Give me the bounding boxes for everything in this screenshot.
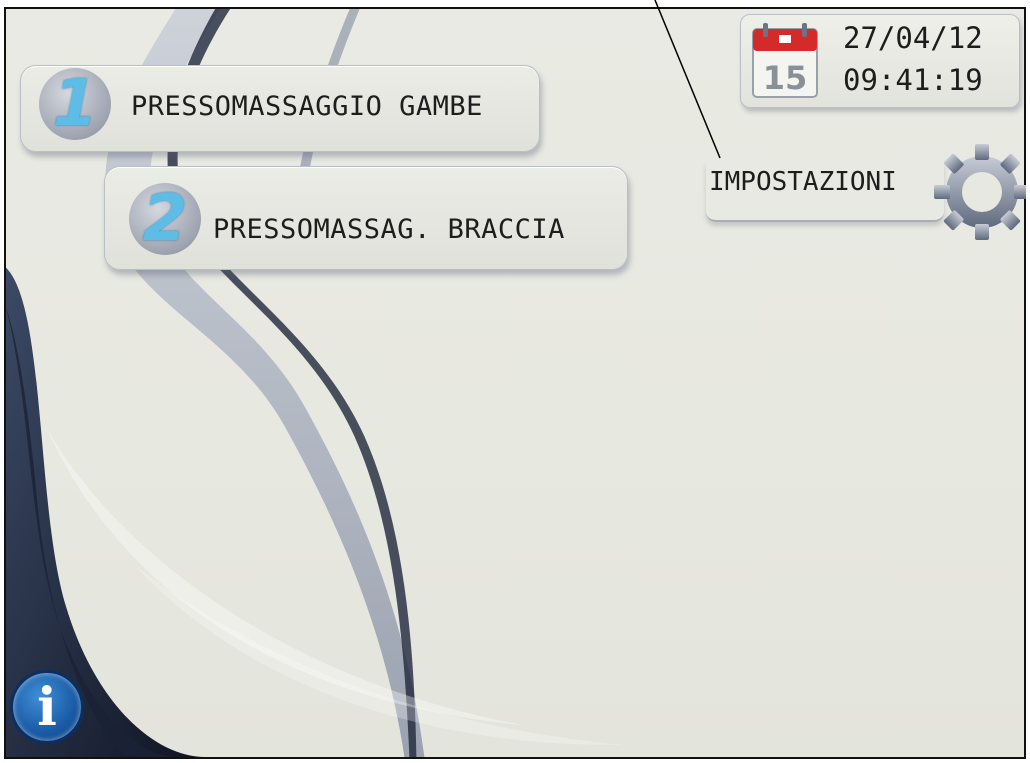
menu-item-number: 2: [142, 182, 188, 256]
date-time-display: 15 27/04/12 09:41:19: [740, 14, 1020, 108]
menu-item-label: PRESSOMASSAGGIO GAMBE: [131, 91, 483, 122]
date-value: 27/04/12: [843, 21, 983, 55]
settings-button[interactable]: IMPOSTAZIONI: [706, 162, 944, 222]
number-one-icon: 1: [39, 67, 111, 141]
menu-item-number: 1: [52, 67, 98, 141]
time-value: 09:41:19: [843, 63, 983, 97]
info-icon[interactable]: i: [10, 670, 84, 744]
menu-item-label: PRESSOMASSAG. BRACCIA: [213, 214, 565, 245]
number-two-icon: 2: [129, 182, 201, 256]
settings-label: IMPOSTAZIONI: [709, 167, 897, 197]
info-glyph: i: [37, 676, 57, 738]
menu-button-leg-massage[interactable]: 1 PRESSOMASSAGGIO GAMBE: [20, 65, 540, 152]
calendar-day: 15: [763, 59, 808, 97]
gear-icon[interactable]: [930, 130, 1026, 240]
calendar-icon: 15: [752, 23, 818, 98]
menu-button-arm-massage[interactable]: 2 PRESSOMASSAG. BRACCIA: [104, 166, 628, 270]
